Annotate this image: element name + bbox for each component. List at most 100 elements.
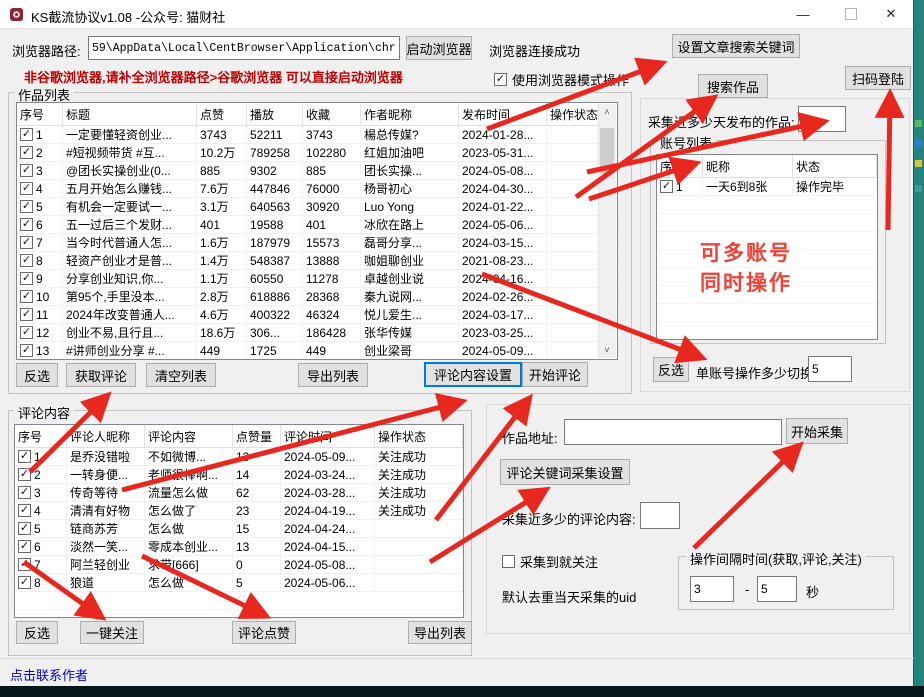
table-row[interactable]: ✓2一转身便...老师很棒啊...142024-03-24...关注成功 [15, 466, 463, 484]
table-row[interactable]: ✓8轻资产创业才是普...1.4万54838713888咖姐聊创业2021-08… [17, 252, 617, 270]
table-row[interactable]: ✓9分享创业知识,你...1.1万6055011278卓越创业说2024-04-… [17, 270, 617, 288]
contact-author-link[interactable]: 点击联系作者 [10, 665, 88, 684]
row-checkbox[interactable]: ✓ [18, 486, 31, 499]
table-row[interactable]: ✓4五月开始怎么赚钱...7.6万44784676000杨哥初心2024-04-… [17, 180, 617, 198]
row-checkbox[interactable]: ✓ [18, 450, 31, 463]
keyword-collect-settings-button[interactable]: 评论关键词采集设置 [500, 459, 630, 485]
cell-plays: 60550 [247, 270, 303, 287]
table-row[interactable]: ✓6淡然一笑...零成本创业...132024-04-15... [15, 538, 463, 556]
row-checkbox[interactable]: ✓ [18, 576, 31, 589]
row-checkbox[interactable]: ✓ [20, 308, 33, 321]
collect-days-input[interactable] [798, 106, 846, 132]
get-comments-button[interactable]: 获取评论 [66, 363, 136, 387]
comments-export-button[interactable]: 导出列表 [408, 621, 472, 644]
set-article-keywords-button[interactable]: 设置文章搜索关键词 [672, 34, 800, 58]
row-checkbox[interactable]: ✓ [20, 164, 33, 177]
column-header[interactable]: 标题 [63, 103, 197, 125]
column-header[interactable]: 评论人昵称 [67, 425, 145, 447]
table-row[interactable]: ✓7当今时代普通人怎...1.6万18797915573磊哥分享...2024-… [17, 234, 617, 252]
desktop-icon [915, 185, 922, 192]
table-row[interactable]: ✓8狼道怎么做52024-05-06... [15, 574, 463, 592]
row-checkbox[interactable]: ✓ [18, 504, 31, 517]
clear-list-button[interactable]: 清空列表 [146, 363, 216, 387]
row-checkbox[interactable]: ✓ [20, 326, 33, 339]
table-row[interactable]: ✓3传奇等待流量怎么做622024-03-28...关注成功 [15, 484, 463, 502]
scan-login-button[interactable]: 扫码登陆 [845, 66, 911, 90]
table-row[interactable]: ✓1一定要懂轻资创业...3743522113743楊总传媒?2024-01-2… [17, 126, 617, 144]
column-header[interactable]: 操作状态 [547, 103, 600, 125]
table-row[interactable]: ✓1一天6到8张操作完毕 [657, 178, 877, 196]
maximize-button[interactable] [832, 0, 870, 28]
checkbox-unchecked-icon[interactable] [502, 555, 515, 568]
row-checkbox[interactable]: ✓ [660, 180, 673, 193]
row-checkbox[interactable]: ✓ [20, 146, 33, 159]
browser-path-input[interactable] [88, 36, 400, 60]
follow-on-collect-checkbox[interactable]: 采集到就关注 [502, 552, 598, 571]
comment-like-button[interactable]: 评论点赞 [232, 621, 296, 644]
accounts-invert-button[interactable]: 反选 [653, 357, 689, 382]
row-checkbox[interactable]: ✓ [18, 468, 31, 481]
works-scrollbar[interactable]: ˄ ˅ [598, 104, 616, 358]
table-row[interactable]: ✓5链商苏芳怎么做152024-04-24... [15, 520, 463, 538]
column-header[interactable]: 评论内容 [145, 425, 233, 447]
works-export-button[interactable]: 导出列表 [298, 363, 368, 387]
interval-max-input[interactable] [757, 576, 797, 602]
table-row[interactable]: ✓4清清有好物怎么做了232024-04-19...关注成功 [15, 502, 463, 520]
search-works-button[interactable]: 搜索作品 [698, 74, 768, 98]
interval-min-input[interactable] [690, 576, 734, 602]
column-header[interactable]: 昵称 [703, 155, 793, 177]
comments-invert-button[interactable]: 反选 [16, 621, 58, 644]
start-comment-button[interactable]: 开始评论 [522, 362, 588, 387]
column-header[interactable]: 评论时间 [281, 425, 375, 447]
comment-settings-button[interactable]: 评论内容设置 [424, 362, 522, 387]
start-collect-button[interactable]: 开始采集 [786, 418, 848, 444]
column-header[interactable]: 操作状态 [375, 425, 463, 447]
row-checkbox[interactable]: ✓ [20, 128, 33, 141]
scrollbar-down-icon[interactable]: ˅ [599, 342, 615, 358]
table-row[interactable]: ✓1是乔没错啦不如微博...132024-05-09...关注成功 [15, 448, 463, 466]
launch-browser-button[interactable]: 启动浏览器 [406, 36, 472, 60]
account-switch-input[interactable] [808, 356, 852, 382]
column-header[interactable]: 发布时间 [459, 103, 547, 125]
works-invert-button[interactable]: 反选 [16, 363, 58, 387]
row-checkbox[interactable]: ✓ [20, 182, 33, 195]
table-row[interactable]: ✓13#讲师创业分享 #...4491725449创业梁哥2024-05-09.… [17, 342, 617, 360]
scrollbar-up-icon[interactable]: ˄ [599, 104, 615, 120]
column-header[interactable]: 播放 [247, 103, 303, 125]
scrollbar-thumb[interactable] [600, 128, 614, 174]
row-checkbox[interactable]: ✓ [20, 344, 33, 357]
row-checkbox[interactable]: ✓ [20, 218, 33, 231]
column-header[interactable]: 状态 [793, 155, 877, 177]
table-row[interactable]: ✓3@团长实操创业(0...8859302885团长实操...2024-05-0… [17, 162, 617, 180]
row-checkbox[interactable]: ✓ [20, 254, 33, 267]
column-header[interactable]: 点赞 [197, 103, 247, 125]
follow-all-button[interactable]: 一键关注 [80, 621, 144, 644]
row-checkbox[interactable]: ✓ [20, 290, 33, 303]
column-header[interactable]: 作者昵称 [361, 103, 459, 125]
table-row[interactable]: ✓6五一过后三个发财...40119588401冰欣在路上2024-05-06.… [17, 216, 617, 234]
column-header[interactable]: 收藏 [303, 103, 361, 125]
checkbox-checked-icon[interactable]: ✓ [494, 73, 507, 86]
column-header[interactable]: 序号 [15, 425, 67, 447]
table-row[interactable]: ✓12创业不易,且行且...18.6万306...186428张华传媒2023-… [17, 324, 617, 342]
table-row[interactable]: ✓7阿兰轻创业求带[666]02024-05-08... [15, 556, 463, 574]
column-header[interactable]: 序号 [17, 103, 63, 125]
close-button[interactable]: ✕ [872, 0, 910, 28]
row-checkbox[interactable]: ✓ [18, 558, 31, 571]
row-checkbox[interactable]: ✓ [20, 200, 33, 213]
column-header[interactable]: 点赞量 [233, 425, 281, 447]
comment-count-input[interactable] [640, 502, 680, 529]
table-row[interactable]: ✓10第95个,手里没本...2.8万61888628368秦九说网...202… [17, 288, 617, 306]
row-checkbox[interactable]: ✓ [20, 236, 33, 249]
row-checkbox[interactable]: ✓ [18, 522, 31, 535]
browser-mode-checkbox[interactable]: ✓ 使用浏览器模式操作 [494, 70, 629, 89]
cell-content: 求带[666] [145, 556, 233, 573]
row-checkbox[interactable]: ✓ [18, 540, 31, 553]
column-header[interactable]: 序号 [657, 155, 703, 177]
row-checkbox[interactable]: ✓ [20, 272, 33, 285]
table-row[interactable]: ✓2#短视频带货 #互...10.2万789258102280红姐加油吧2023… [17, 144, 617, 162]
minimize-button[interactable]: — [784, 0, 822, 28]
work-url-input[interactable] [564, 419, 782, 445]
table-row[interactable]: ✓112024年改变普通人...4.6万40032246324悦儿爱生...20… [17, 306, 617, 324]
table-row[interactable]: ✓5有机会一定要试一...3.1万64056330920Luo Yong2024… [17, 198, 617, 216]
